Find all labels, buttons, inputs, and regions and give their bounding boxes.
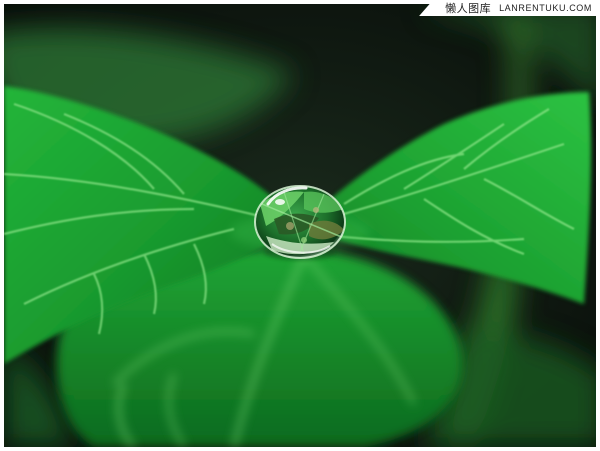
leaf-illustration	[4, 4, 596, 447]
leaf-droplet-photo	[4, 4, 596, 447]
image-frame: 懒人图库 LANRENTUKU.COM	[0, 0, 600, 451]
watermark-site-text: LANRENTUKU.COM	[499, 3, 592, 13]
water-droplet	[254, 185, 346, 260]
site-watermark: 懒人图库 LANRENTUKU.COM	[419, 0, 600, 16]
watermark-chinese-text: 懒人图库	[445, 2, 492, 15]
